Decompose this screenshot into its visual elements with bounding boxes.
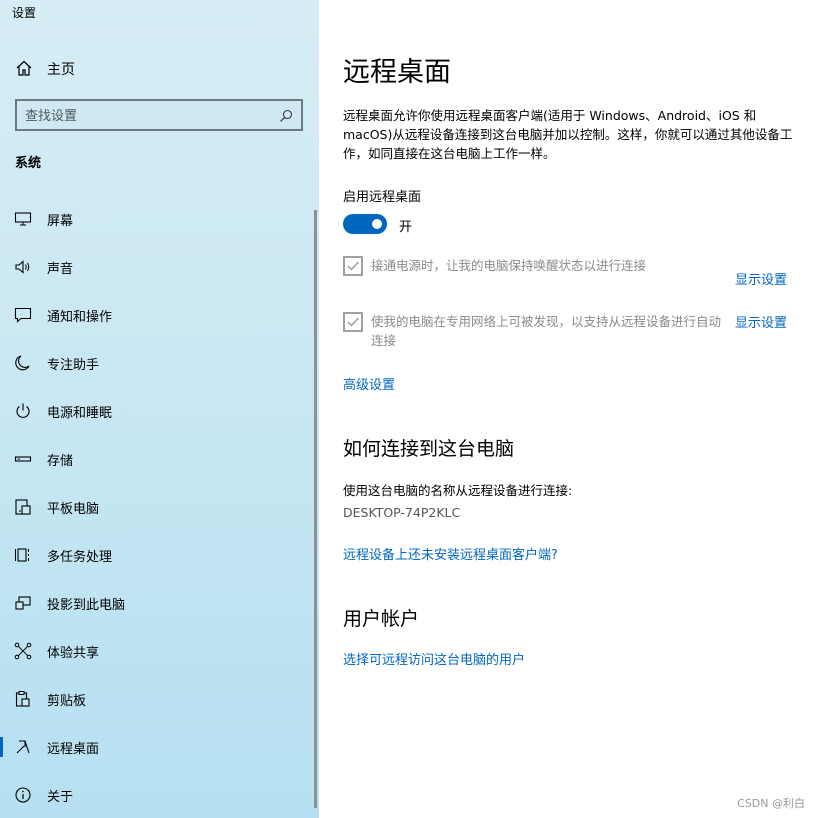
sidebar-item-storage[interactable]: 存储 — [0, 439, 315, 479]
show-settings-link-power[interactable]: 显示设置 — [735, 269, 787, 288]
sidebar-item-clipboard[interactable]: 剪贴板 — [0, 679, 315, 719]
remote-desktop-icon — [14, 738, 32, 756]
sidebar-item-label: 体验共享 — [47, 646, 100, 661]
sidebar-item-label: 通知和操作 — [47, 310, 113, 325]
sidebar-item-label: 多任务处理 — [47, 550, 113, 565]
sidebar-item-label: 声音 — [47, 262, 74, 277]
section-label-system: 系统 — [15, 156, 42, 171]
toggle-knob — [372, 219, 382, 229]
moon-icon — [14, 354, 32, 372]
show-settings-link-network[interactable]: 显示设置 — [735, 312, 787, 331]
use-name-text: 使用这台电脑的名称从远程设备进行连接: — [343, 483, 573, 498]
search-icon[interactable] — [279, 108, 293, 122]
watermark: CSDN @利白 — [737, 797, 805, 810]
page-description: 远程桌面允许你使用远程桌面客户端(适用于 Windows、Android、iOS… — [343, 108, 793, 161]
pc-name: DESKTOP-74P2KLC — [343, 505, 461, 520]
sidebar-item-shared-experiences[interactable]: 体验共享 — [0, 631, 315, 671]
sidebar-item-label: 远程桌面 — [47, 742, 100, 757]
search-input[interactable] — [25, 106, 265, 126]
sidebar-item-label: 存储 — [47, 454, 74, 469]
sidebar-item-label: 主页 — [47, 62, 75, 78]
sidebar: 设置 主页 系统 屏幕 声音 通知和操作 专注助手 — [0, 0, 319, 818]
toggle-state-label: 开 — [399, 220, 413, 235]
sidebar-item-sound[interactable]: 声音 — [0, 247, 315, 287]
sidebar-item-focus-assist[interactable]: 专注助手 — [0, 343, 315, 383]
sidebar-item-notifications[interactable]: 通知和操作 — [0, 295, 315, 335]
sidebar-item-label: 关于 — [47, 790, 74, 805]
multitask-icon — [14, 546, 32, 564]
share-icon — [14, 642, 32, 660]
sidebar-item-multitasking[interactable]: 多任务处理 — [0, 535, 315, 575]
sidebar-item-project-to-pc[interactable]: 投影到此电脑 — [0, 583, 315, 623]
sidebar-item-tablet[interactable]: 平板电脑 — [0, 487, 315, 527]
enable-remote-desktop-label: 启用远程桌面 — [343, 190, 422, 205]
home-icon — [15, 59, 33, 77]
discoverable-label: 使我的电脑在专用网络上可被发现，以支持从远程设备进行自动连接 — [371, 314, 722, 348]
app-title: 设置 — [12, 6, 37, 20]
projection-icon — [14, 594, 32, 612]
keep-awake-label: 接通电源时，让我的电脑保持唤醒状态以进行连接 — [371, 258, 647, 273]
sidebar-item-power-sleep[interactable]: 电源和睡眠 — [0, 391, 315, 431]
no-client-link[interactable]: 远程设备上还未安装远程桌面客户端? — [343, 544, 558, 563]
sidebar-item-label: 投影到此电脑 — [47, 598, 126, 613]
sidebar-item-home[interactable]: 主页 — [0, 52, 319, 84]
clipboard-icon — [14, 690, 32, 708]
sidebar-item-label: 电源和睡眠 — [47, 406, 113, 421]
monitor-icon — [14, 210, 32, 228]
search-box[interactable] — [15, 99, 303, 131]
sidebar-item-display[interactable]: 屏幕 — [0, 199, 315, 239]
power-icon — [14, 402, 32, 420]
tablet-icon — [14, 498, 32, 516]
page-title: 远程桌面 — [343, 57, 451, 88]
sidebar-item-label: 专注助手 — [47, 358, 100, 373]
sidebar-scrollbar[interactable] — [314, 210, 317, 808]
how-to-connect-heading: 如何连接到这台电脑 — [343, 438, 515, 460]
main-content: 远程桌面 远程桌面允许你使用远程桌面客户端(适用于 Windows、Androi… — [319, 0, 819, 818]
sidebar-item-label: 平板电脑 — [47, 502, 100, 517]
info-icon — [14, 786, 32, 804]
storage-icon — [14, 450, 32, 468]
selection-indicator — [0, 737, 3, 757]
sidebar-item-about[interactable]: 关于 — [0, 775, 315, 815]
remote-desktop-toggle[interactable] — [343, 214, 387, 234]
sidebar-item-remote-desktop[interactable]: 远程桌面 — [0, 727, 315, 767]
message-icon — [14, 306, 32, 324]
speaker-icon — [14, 258, 32, 276]
keep-awake-checkbox[interactable] — [343, 256, 363, 276]
advanced-settings-link[interactable]: 高级设置 — [343, 374, 395, 393]
user-accounts-heading: 用户帐户 — [343, 608, 420, 630]
select-users-link[interactable]: 选择可远程访问这台电脑的用户 — [343, 649, 525, 668]
sidebar-item-label: 屏幕 — [47, 214, 74, 229]
sidebar-item-label: 剪贴板 — [47, 694, 87, 709]
discoverable-checkbox[interactable] — [343, 312, 363, 332]
